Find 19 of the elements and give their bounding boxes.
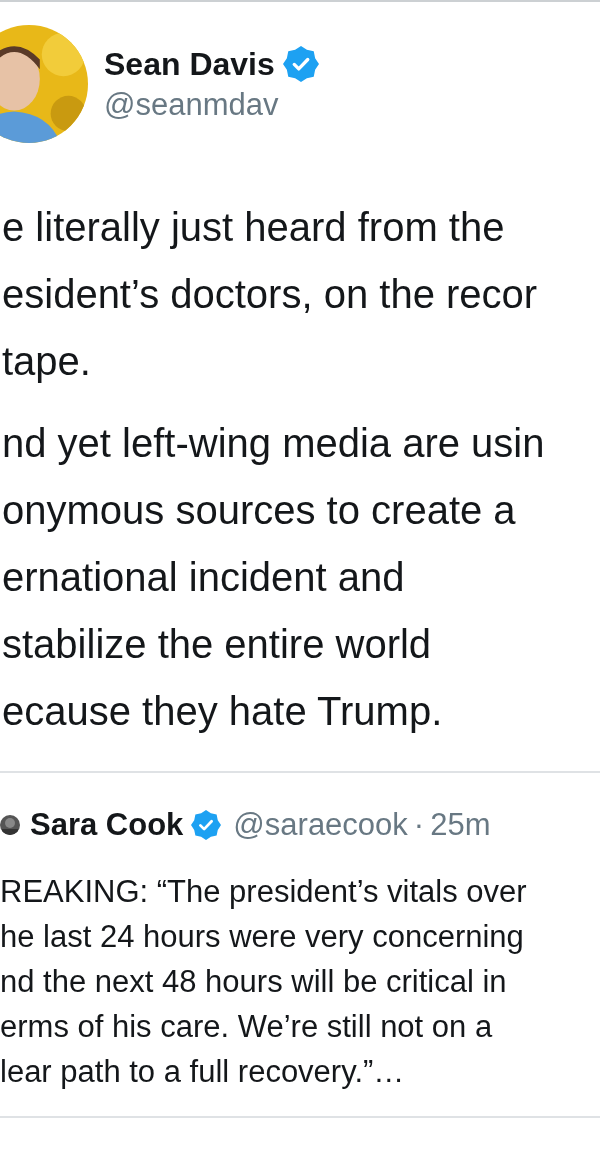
tweet-text-line: nd yet left-wing media are usin: [1, 420, 546, 467]
author-handle: @seanmdav: [104, 86, 280, 123]
quoted-text-line: nd the next 48 hours will be critical in: [0, 963, 508, 1001]
tweet-text-line: stabilize the entire world: [1, 621, 433, 668]
tweet-text-line: esident’s doctors, on the recor: [1, 271, 539, 318]
separator-dot: ·: [413, 807, 425, 843]
tweet-text-line: ecause they hate Trump.: [1, 688, 444, 735]
author-handle: @saraecook: [233, 807, 408, 843]
tweet-text-line: onymous sources to create a: [1, 487, 517, 534]
tweet-text-line: e literally just heard from the: [1, 204, 506, 251]
tweet-time: 25m: [430, 807, 491, 843]
quoted-text-line: erms of his care. We’re still not on a: [0, 1008, 494, 1046]
quoted-text-line: lear path to a full recovery.”…: [0, 1053, 406, 1091]
author-name: Sean Davis: [104, 45, 275, 83]
author-name: Sara Cook: [30, 807, 184, 843]
tweet-text-line: tape.: [1, 338, 92, 385]
tweet-text-line: ernational incident and: [1, 554, 406, 601]
quoted-text-line: he last 24 hours were very concerning: [0, 918, 525, 956]
quoted-text-line: REAKING: “The president’s vitals over: [0, 873, 528, 911]
